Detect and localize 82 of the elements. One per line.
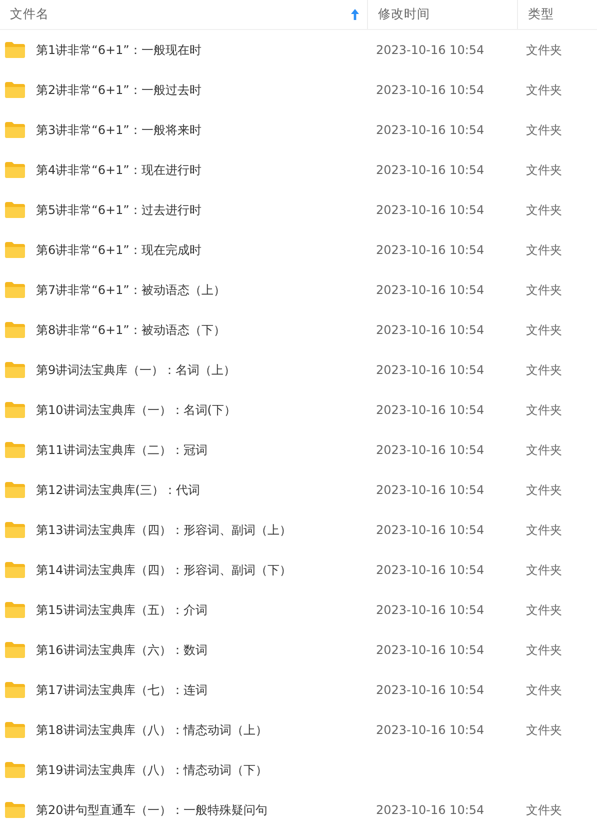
folder-icon (4, 201, 26, 219)
modified-time: 2023-10-16 10:54 (376, 163, 484, 177)
column-header[interactable]: 类型 (528, 6, 554, 23)
modified-time: 2023-10-16 10:54 (376, 563, 484, 577)
file-type: 文件夹 (526, 82, 562, 96)
file-name[interactable]: 第7讲非常“6+1”：被动语态（上） (36, 282, 226, 298)
folder-icon (4, 481, 26, 499)
folder-icon (4, 41, 26, 59)
file-name[interactable]: 第4讲非常“6+1”：现在进行时 (36, 162, 202, 178)
file-name[interactable]: 第5讲非常“6+1”：过去进行时 (36, 202, 202, 218)
file-type: 文件夹 (526, 722, 562, 736)
modified-time: 2023-10-16 10:54 (376, 123, 484, 137)
folder-icon (4, 241, 26, 259)
file-type: 文件夹 (526, 322, 562, 336)
modified-time: 2023-10-16 10:54 (376, 523, 484, 537)
folder-icon (4, 681, 26, 699)
file-name[interactable]: 第3讲非常“6+1”：一般将来时 (36, 122, 202, 138)
file-type: 文件夹 (526, 442, 562, 456)
file-name[interactable]: 第6讲非常“6+1”：现在完成时 (36, 242, 202, 258)
folder-icon (4, 121, 26, 139)
modified-time: 2023-10-16 10:54 (376, 283, 484, 297)
file-type: 文件夹 (526, 402, 562, 416)
file-type: 文件夹 (526, 42, 562, 56)
file-name[interactable]: 第1讲非常“6+1”：一般现在时 (36, 42, 202, 58)
file-type: 文件夹 (526, 282, 562, 296)
file-type: 文件夹 (526, 242, 562, 256)
folder-icon (4, 81, 26, 99)
folder-icon (4, 521, 26, 539)
file-name[interactable]: 第9讲词法宝典库（一）：名词（上） (36, 362, 236, 378)
modified-time: 2023-10-16 10:54 (376, 203, 484, 217)
column-header[interactable]: 文件名 (10, 6, 49, 23)
file-name[interactable]: 第8讲非常“6+1”：被动语态（下） (36, 322, 226, 338)
file-name[interactable]: 第18讲词法宝典库（八）：情态动词（上） (36, 722, 268, 738)
modified-time: 2023-10-16 10:54 (376, 403, 484, 417)
modified-time: 2023-10-16 10:54 (376, 683, 484, 697)
file-name[interactable]: 第17讲词法宝典库（七）：连词 (36, 682, 208, 698)
file-name[interactable]: 第10讲词法宝典库（一）：名词(下） (36, 402, 236, 418)
modified-time: 2023-10-16 10:54 (376, 43, 484, 57)
folder-icon (4, 561, 26, 579)
file-type: 文件夹 (526, 802, 562, 816)
file-type: 文件夹 (526, 122, 562, 136)
modified-time: 2023-10-16 10:54 (376, 603, 484, 617)
file-type: 文件夹 (526, 602, 562, 616)
modified-time: 2023-10-16 10:54 (376, 443, 484, 457)
file-type: 文件夹 (526, 162, 562, 176)
folder-icon (4, 361, 26, 379)
modified-time: 2023-10-16 10:54 (376, 803, 484, 817)
column-header[interactable]: 修改时间 (378, 6, 430, 23)
folder-icon (4, 161, 26, 179)
file-name[interactable]: 第16讲词法宝典库（六）：数词 (36, 642, 208, 658)
file-name[interactable]: 第20讲句型直通车（一）：一般特殊疑问句 (36, 802, 268, 818)
file-type: 文件夹 (526, 562, 562, 576)
file-name[interactable]: 第13讲词法宝典库（四）：形容词、副词（上） (36, 522, 292, 538)
folder-icon (4, 761, 26, 779)
modified-time: 2023-10-16 10:54 (376, 323, 484, 337)
sort-arrow-icon[interactable] (351, 9, 359, 20)
folder-icon (4, 641, 26, 659)
folder-icon (4, 721, 26, 739)
modified-time: 2023-10-16 10:54 (376, 483, 484, 497)
file-type: 文件夹 (526, 482, 562, 496)
file-name[interactable]: 第19讲词法宝典库（八）：情态动词（下） (36, 762, 268, 778)
file-name[interactable]: 第12讲词法宝典库(三）：代词 (36, 482, 200, 498)
modified-time: 2023-10-16 10:54 (376, 363, 484, 377)
modified-time: 2023-10-16 10:54 (376, 643, 484, 657)
file-type: 文件夹 (526, 682, 562, 696)
folder-icon (4, 401, 26, 419)
file-type: 文件夹 (526, 202, 562, 216)
file-type: 文件夹 (526, 642, 562, 656)
file-name[interactable]: 第14讲词法宝典库（四）：形容词、副词（下） (36, 562, 292, 578)
folder-icon (4, 441, 26, 459)
file-type: 文件夹 (526, 362, 562, 376)
folder-icon (4, 281, 26, 299)
modified-time: 2023-10-16 10:54 (376, 243, 484, 257)
modified-time: 2023-10-16 10:54 (376, 723, 484, 737)
folder-icon (4, 601, 26, 619)
file-name[interactable]: 第2讲非常“6+1”：一般过去时 (36, 82, 202, 98)
file-name[interactable]: 第11讲词法宝典库（二）：冠词 (36, 442, 208, 458)
folder-icon (4, 321, 26, 339)
file-type: 文件夹 (526, 522, 562, 536)
folder-icon (4, 801, 26, 819)
file-name[interactable]: 第15讲词法宝典库（五）：介词 (36, 602, 208, 618)
modified-time: 2023-10-16 10:54 (376, 83, 484, 97)
